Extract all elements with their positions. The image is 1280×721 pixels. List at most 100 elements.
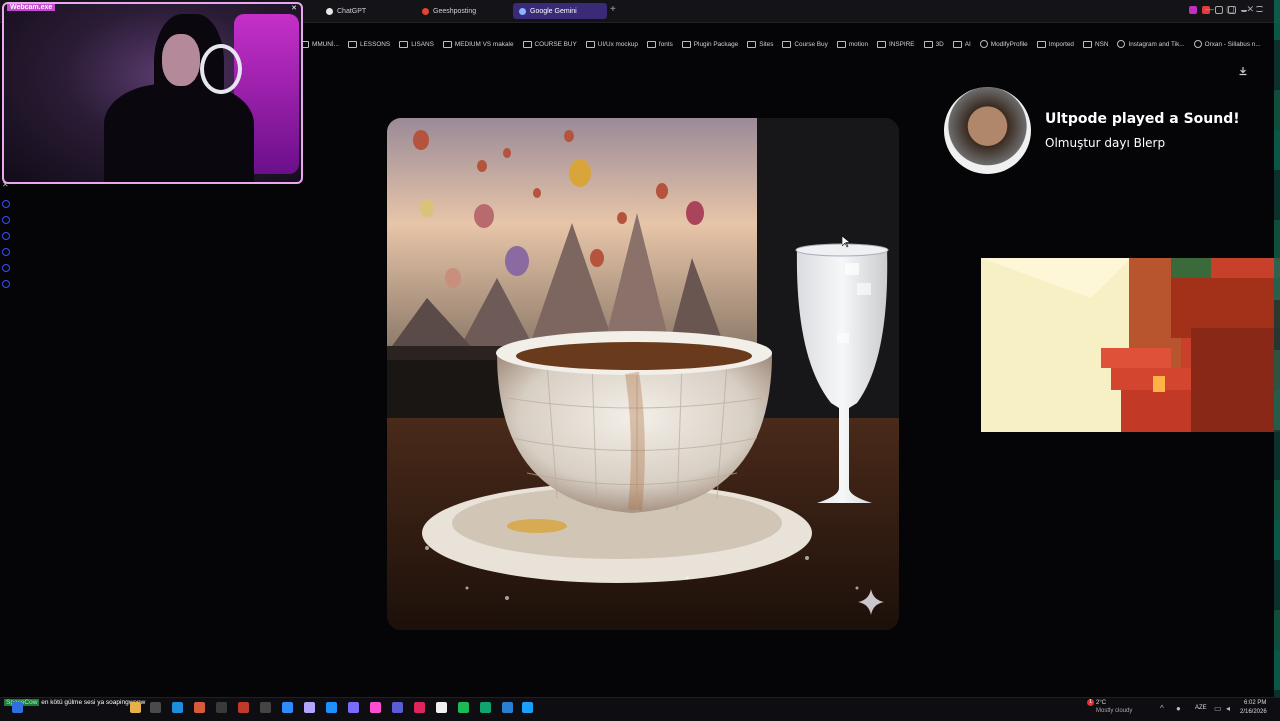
bookmark-item[interactable]: MEDIUM VS makale — [442, 37, 514, 51]
taskbar-app-icon[interactable] — [216, 702, 227, 713]
site-favicon-icon — [1193, 40, 1202, 48]
sidebar-share-icon[interactable] — [2, 264, 10, 272]
notification-title: Ultpode played a Sound! — [1045, 111, 1240, 127]
taskbar-app-icon[interactable] — [436, 702, 447, 713]
taskbar-app-icon[interactable] — [502, 702, 513, 713]
speaker-icon[interactable]: ◂ — [1226, 704, 1230, 713]
sidebar-home-icon[interactable] — [2, 200, 10, 208]
bookmark-item[interactable]: MMUNİ... — [300, 37, 339, 51]
bookmark-item[interactable]: motion — [836, 37, 868, 51]
streamer-face — [162, 34, 200, 86]
tab-label: Google Gemini — [530, 7, 577, 15]
generated-image[interactable] — [387, 118, 899, 630]
taskbar-app-icon[interactable] — [238, 702, 249, 713]
window-controls: — ▢ ✕ — [1205, 4, 1254, 15]
bookmark-item[interactable]: COURSE BUY — [522, 37, 577, 51]
taskbar-app-icon[interactable] — [480, 702, 491, 713]
close-window-button[interactable]: ✕ — [1246, 4, 1254, 15]
tab-label: ChatGPT — [337, 7, 367, 15]
bookmark-item[interactable]: ModifyProfile — [979, 37, 1028, 51]
monitor-icon[interactable]: ▭ — [1214, 704, 1222, 713]
taskbar-app-icon[interactable] — [414, 702, 425, 713]
minimize-button[interactable]: — — [1205, 4, 1214, 15]
sidebar-settings-icon[interactable] — [2, 280, 10, 288]
folder-icon — [399, 40, 409, 48]
bookmark-label: MMUNİ... — [312, 40, 339, 48]
folder-icon — [952, 40, 962, 48]
bookmark-item[interactable]: fonts — [646, 37, 673, 51]
bookmark-label: fonts — [658, 40, 673, 48]
chevron-up-icon[interactable]: ^ — [1160, 704, 1164, 713]
tea-surface — [516, 342, 752, 370]
folder-icon — [522, 40, 532, 48]
bookmark-label: NSN — [1094, 40, 1109, 48]
site-favicon-icon — [979, 40, 988, 48]
bookmark-label: Imported — [1048, 40, 1074, 48]
taskbar-app-icon[interactable] — [304, 702, 315, 713]
taskbar-app-icon[interactable] — [458, 702, 469, 713]
bookmark-item[interactable]: INSPIRE — [877, 37, 915, 51]
taskbar-app-icon[interactable] — [172, 702, 183, 713]
chatgpt-favicon-icon — [326, 7, 333, 15]
sidebar-history-icon[interactable] — [2, 232, 10, 240]
bookmark-label: Sites — [759, 40, 774, 48]
bookmark-item[interactable]: Plugin Package — [681, 37, 738, 51]
download-image-button[interactable] — [1238, 66, 1248, 79]
bookmark-label: 3D — [935, 40, 944, 48]
site-favicon-icon — [1117, 40, 1126, 48]
taskbar-app-icon[interactable] — [194, 702, 205, 713]
gemini-favicon-icon — [519, 7, 526, 15]
bookmark-item[interactable]: Course Buy — [782, 37, 828, 51]
taskbar-app-icon[interactable] — [370, 702, 381, 713]
bookmark-label: Orxan - Sillabus n... — [1204, 40, 1261, 48]
bookmark-label: LISANS — [411, 40, 434, 48]
tab-google-gemini[interactable]: Google Gemini — [513, 3, 607, 19]
weather-description[interactable]: Mostly cloudy — [1096, 708, 1132, 714]
webcam-close-button[interactable]: ✕ — [291, 4, 297, 12]
bookmark-item[interactable]: NSN — [1082, 37, 1109, 51]
tea-cup-illustration — [387, 118, 899, 630]
tab-chatgpt[interactable]: ChatGPT — [320, 3, 372, 19]
folder-icon — [681, 40, 691, 48]
bookmark-item[interactable]: Instagram and Tik... — [1117, 37, 1185, 51]
bookmark-item[interactable]: Sites — [747, 37, 773, 51]
sidebar-favorites-icon[interactable] — [2, 216, 10, 224]
webcam-overlay: Webcam.exe ✕ — [2, 2, 303, 184]
taskbar-app-icon[interactable] — [260, 702, 271, 713]
bookmark-label: Course Buy — [794, 40, 828, 48]
taskbar-app-icon[interactable] — [392, 702, 403, 713]
bookmark-item[interactable]: Orxan - Sillabus n... — [1193, 37, 1261, 51]
stream-border-decoration — [1274, 0, 1280, 700]
language-indicator[interactable]: AZE — [1195, 705, 1207, 711]
bookmark-label: ModifyProfile — [990, 40, 1028, 48]
tab-geeshposting[interactable]: Geeshposting — [416, 3, 482, 19]
extension-icon[interactable] — [1189, 6, 1197, 14]
bookmark-item[interactable]: Imported — [1036, 37, 1074, 51]
sidebar-downloads-icon[interactable] — [2, 248, 10, 256]
folder-icon — [585, 40, 595, 48]
notification-subtitle: Olmuştur dayı Blerp — [1045, 136, 1166, 150]
taskbar-app-icon[interactable] — [12, 702, 23, 713]
microphone-icon[interactable]: ● — [1176, 704, 1181, 713]
menu-icon[interactable] — [1256, 6, 1263, 12]
bookmark-label: Instagram and Tik... — [1128, 40, 1185, 48]
taskbar-app-icon[interactable] — [522, 702, 533, 713]
bookmark-item[interactable]: LISANS — [399, 37, 434, 51]
bookmark-item[interactable]: 3D — [923, 37, 944, 51]
bookmark-item[interactable]: UI/Ux mockup — [585, 37, 638, 51]
taskbar-app-icon[interactable] — [282, 702, 293, 713]
folder-icon — [646, 40, 656, 48]
taskbar-app-icon[interactable] — [130, 702, 141, 713]
taskbar-app-icon[interactable] — [150, 702, 161, 713]
taskbar-app-icon[interactable] — [326, 702, 337, 713]
bookmark-item[interactable]: LESSONS — [347, 37, 391, 51]
taskbar-app-icon[interactable] — [348, 702, 359, 713]
bookmark-label: LESSONS — [359, 40, 391, 48]
folder-icon — [442, 40, 452, 48]
clock-time[interactable]: 6:02 PM — [1244, 700, 1266, 706]
clock-date[interactable]: 2/16/2026 — [1240, 709, 1267, 715]
bookmark-item[interactable]: AI — [952, 37, 971, 51]
maximize-button[interactable]: ▢ — [1226, 4, 1235, 15]
new-tab-button[interactable]: + — [610, 4, 616, 15]
weather-temperature[interactable]: 2°C — [1096, 700, 1106, 706]
